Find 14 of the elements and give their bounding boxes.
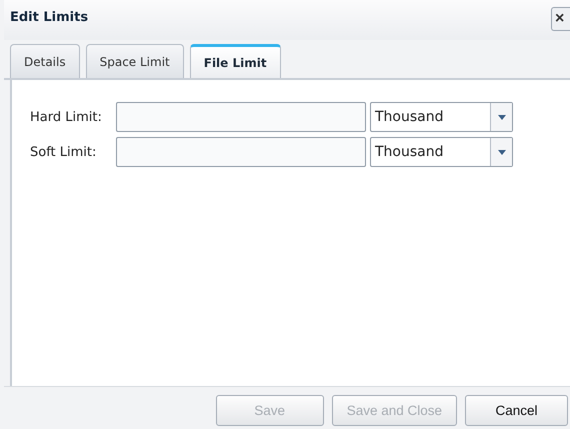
input-field[interactable] bbox=[116, 102, 366, 132]
unit-dropdown[interactable]: Thousand bbox=[370, 102, 513, 132]
input-field[interactable] bbox=[116, 137, 366, 167]
caret-icon bbox=[498, 114, 506, 120]
window-title: Edit Limits bbox=[10, 10, 88, 24]
tab[interactable]: Space Limit bbox=[86, 44, 184, 78]
unit-dropdown[interactable]: Thousand bbox=[370, 137, 513, 167]
field-label: Soft Limit: bbox=[29, 144, 98, 160]
close-button[interactable]: × bbox=[551, 7, 570, 31]
caret-icon bbox=[498, 150, 506, 154]
tab[interactable]: Details bbox=[10, 44, 80, 78]
field-label: Hard Limit: bbox=[29, 110, 103, 124]
tab[interactable]: File Limit bbox=[190, 44, 281, 78]
action-button[interactable]: Cancel bbox=[465, 394, 568, 426]
